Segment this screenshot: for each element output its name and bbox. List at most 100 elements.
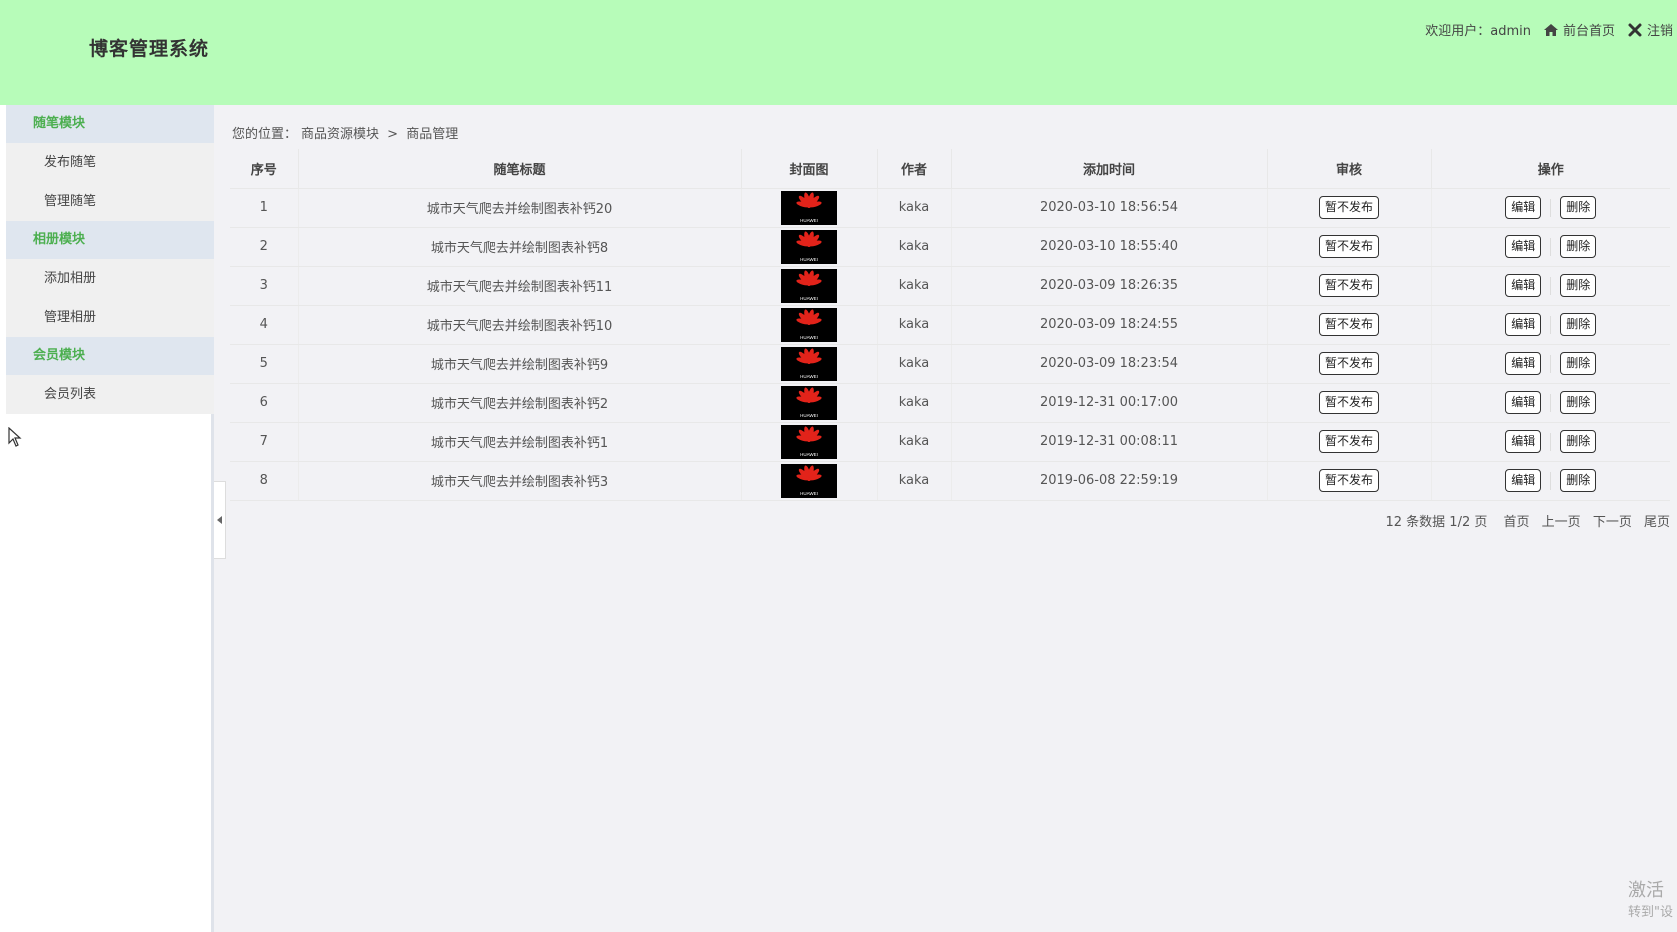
cell-no: 8 [230, 461, 299, 501]
cover-image[interactable]: HUAWEI [781, 424, 837, 459]
cell-audit: 暂不发布 [1267, 266, 1432, 306]
huawei-logo-icon: HUAWEI [796, 269, 822, 301]
logout-link[interactable]: 注销 [1627, 20, 1673, 39]
edit-button[interactable]: 编辑 [1505, 196, 1542, 219]
cover-image[interactable]: HUAWEI [781, 229, 837, 264]
unpublish-button[interactable]: 暂不发布 [1318, 313, 1379, 336]
action-divider [1550, 237, 1552, 256]
cover-image[interactable]: HUAWEI [781, 190, 837, 225]
delete-button[interactable]: 删除 [1560, 469, 1597, 492]
sidebar-collapse-toggle[interactable] [214, 481, 226, 559]
svg-text:HUAWEI: HUAWEI [800, 374, 818, 379]
delete-button[interactable]: 删除 [1560, 391, 1597, 414]
edit-button[interactable]: 编辑 [1505, 235, 1542, 258]
action-divider [1550, 276, 1552, 295]
huawei-logo-icon: HUAWEI [796, 191, 822, 223]
cell-title: 城市天气爬去并绘制图表补钙10 [298, 305, 742, 345]
cover-image[interactable]: HUAWEI [781, 268, 837, 303]
cover-image[interactable]: HUAWEI [781, 385, 837, 420]
mouse-cursor-icon [8, 427, 22, 447]
breadcrumb-prefix: 您的位置： [232, 127, 298, 142]
huawei-logo-icon: HUAWEI [796, 308, 822, 340]
cell-time: 2020-03-10 18:56:54 [951, 188, 1268, 228]
cell-cover: HUAWEI [741, 266, 878, 306]
breadcrumb-level1: 商品资源模块 [301, 127, 380, 142]
sidebar-item-publish-essay[interactable]: 发布随笔 [6, 143, 214, 182]
edit-button[interactable]: 编辑 [1505, 352, 1542, 375]
user-bar: 欢迎用户：admin 前台首页 注销 [1425, 20, 1673, 39]
cell-no: 7 [230, 422, 299, 462]
delete-button[interactable]: 删除 [1560, 430, 1597, 453]
cell-cover: HUAWEI [741, 344, 878, 384]
col-header-time: 添加时间 [951, 149, 1268, 189]
edit-button[interactable]: 编辑 [1505, 430, 1542, 453]
cover-image[interactable]: HUAWEI [781, 346, 837, 381]
close-icon [1628, 23, 1642, 36]
cell-title: 城市天气爬去并绘制图表补钙1 [298, 422, 742, 462]
cell-author: kaka [877, 383, 952, 423]
pagination-next[interactable]: 下一页 [1593, 515, 1632, 530]
pagination-prev[interactable]: 上一页 [1542, 515, 1581, 530]
cell-no: 6 [230, 383, 299, 423]
sidebar-item-add-album[interactable]: 添加相册 [6, 259, 214, 298]
pagination-first[interactable]: 首页 [1504, 515, 1530, 530]
cell-actions: 编辑 删除 [1431, 266, 1670, 306]
unpublish-button[interactable]: 暂不发布 [1318, 469, 1379, 492]
delete-button[interactable]: 删除 [1560, 235, 1597, 258]
sidebar: 随笔模块 发布随笔 管理随笔 相册模块 添加相册 管理相册 会员模块 会员列表 [0, 105, 214, 932]
col-header-author: 作者 [877, 149, 952, 189]
huawei-logo-icon: HUAWEI [796, 464, 822, 496]
unpublish-button[interactable]: 暂不发布 [1318, 274, 1379, 297]
sidebar-item-manage-album[interactable]: 管理相册 [6, 298, 214, 337]
sidebar-item-manage-essay[interactable]: 管理随笔 [6, 182, 214, 221]
action-divider [1550, 315, 1552, 334]
cell-author: kaka [877, 305, 952, 345]
cell-cover: HUAWEI [741, 383, 878, 423]
sidebar-module-member[interactable]: 会员模块 [6, 337, 214, 375]
table-header-row: 序号 随笔标题 封面图 作者 添加时间 审核 操作 [230, 149, 1670, 189]
unpublish-button[interactable]: 暂不发布 [1318, 430, 1379, 453]
cell-cover: HUAWEI [741, 227, 878, 267]
cell-time: 2019-12-31 00:08:11 [951, 422, 1268, 462]
sidebar-item-member-list[interactable]: 会员列表 [6, 375, 214, 414]
edit-button[interactable]: 编辑 [1505, 469, 1542, 492]
action-divider [1550, 354, 1552, 373]
top-header: 博客管理系统 欢迎用户：admin 前台首页 注销 [0, 0, 1677, 105]
edit-button[interactable]: 编辑 [1505, 391, 1542, 414]
home-icon [1543, 23, 1558, 36]
sidebar-module-album[interactable]: 相册模块 [6, 221, 214, 259]
delete-button[interactable]: 删除 [1560, 313, 1597, 336]
edit-button[interactable]: 编辑 [1505, 313, 1542, 336]
unpublish-button[interactable]: 暂不发布 [1318, 196, 1379, 219]
pagination-last[interactable]: 尾页 [1644, 515, 1670, 530]
table-row: 8 城市天气爬去并绘制图表补钙3 HUAWEI kaka 2019-06-08 22:5… [230, 461, 1670, 501]
chevron-left-icon [216, 516, 222, 524]
pagination-info: 12 条数据 1/2 页 [1385, 515, 1488, 530]
cell-no: 5 [230, 344, 299, 384]
breadcrumb-level2: 商品管理 [406, 127, 459, 142]
cell-no: 1 [230, 188, 299, 228]
delete-button[interactable]: 删除 [1560, 196, 1597, 219]
unpublish-button[interactable]: 暂不发布 [1318, 391, 1379, 414]
col-header-title: 随笔标题 [298, 149, 742, 189]
unpublish-button[interactable]: 暂不发布 [1318, 235, 1379, 258]
delete-button[interactable]: 删除 [1560, 352, 1597, 375]
cover-image[interactable]: HUAWEI [781, 307, 837, 342]
huawei-logo-icon: HUAWEI [796, 425, 822, 457]
welcome-text: 欢迎用户：admin [1425, 24, 1531, 39]
cell-time: 2020-03-09 18:23:54 [951, 344, 1268, 384]
cover-image[interactable]: HUAWEI [781, 463, 837, 498]
cell-cover: HUAWEI [741, 188, 878, 228]
unpublish-button[interactable]: 暂不发布 [1318, 352, 1379, 375]
col-header-audit: 审核 [1267, 149, 1432, 189]
table-row: 4 城市天气爬去并绘制图表补钙10 HUAWEI kaka 2020-03-09 18:… [230, 305, 1670, 345]
edit-button[interactable]: 编辑 [1505, 274, 1542, 297]
sidebar-module-essay[interactable]: 随笔模块 [6, 105, 214, 143]
delete-button[interactable]: 删除 [1560, 274, 1597, 297]
cell-actions: 编辑 删除 [1431, 383, 1670, 423]
cell-audit: 暂不发布 [1267, 383, 1432, 423]
cell-title: 城市天气爬去并绘制图表补钙3 [298, 461, 742, 501]
cell-no: 3 [230, 266, 299, 306]
col-header-cover: 封面图 [741, 149, 878, 189]
home-link[interactable]: 前台首页 [1543, 20, 1615, 39]
